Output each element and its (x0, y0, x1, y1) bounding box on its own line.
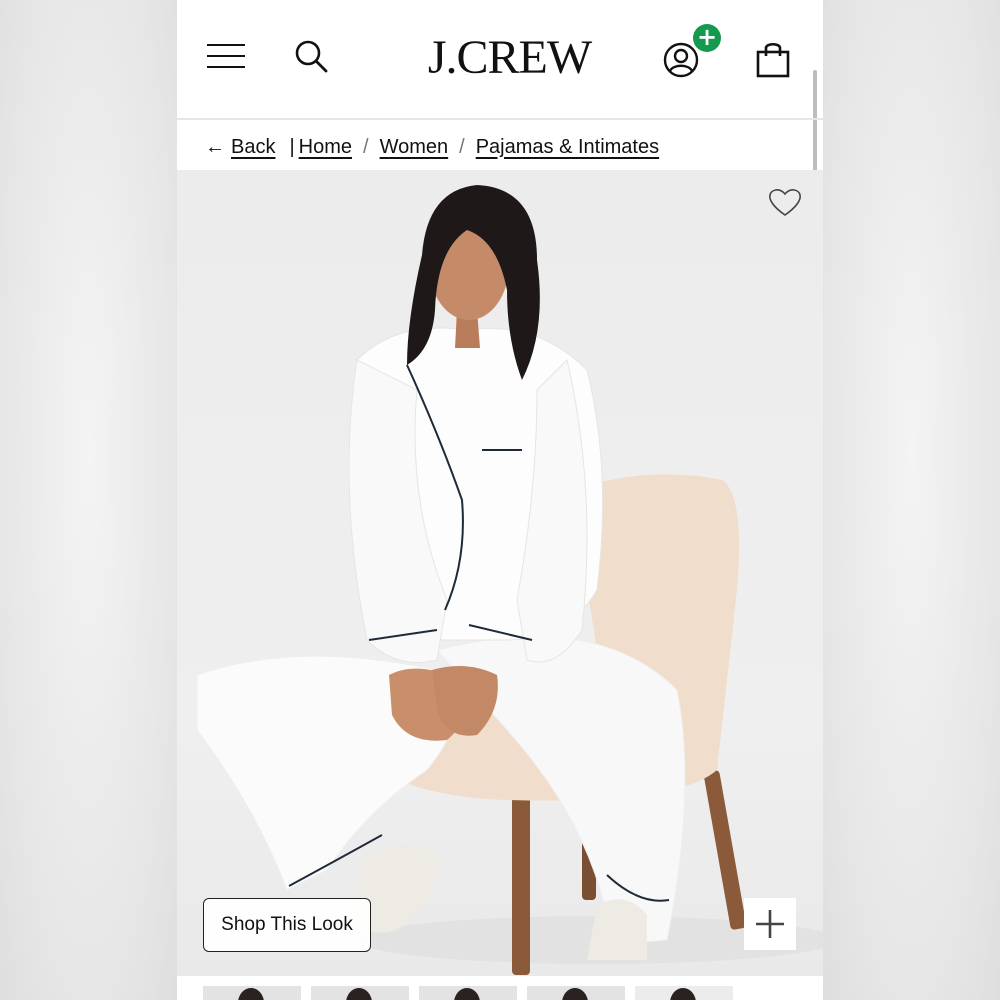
thumbnail[interactable] (419, 986, 517, 1000)
shopping-bag-icon[interactable] (755, 40, 791, 78)
site-header: J.CREW + (177, 0, 823, 180)
shop-this-look-button[interactable]: Shop This Look (203, 898, 371, 952)
heart-icon[interactable] (767, 186, 803, 218)
thumbnail-strip (203, 986, 733, 1000)
expand-plus-icon[interactable] (744, 898, 796, 950)
divider (177, 118, 823, 120)
back-link[interactable]: Back (231, 136, 275, 159)
breadcrumb-divider: | (289, 135, 295, 158)
thumbnail[interactable] (203, 986, 301, 1000)
breadcrumb-separator: / (459, 135, 465, 158)
hamburger-menu-icon[interactable] (207, 44, 245, 70)
breadcrumb: ← Back | Home / Women / Pajamas & Intima… (205, 130, 659, 164)
breadcrumb-women[interactable]: Women (380, 136, 449, 159)
plus-icon: + (693, 24, 721, 52)
back-arrow-icon[interactable]: ← (205, 136, 225, 159)
left-background (0, 0, 177, 1000)
right-background (823, 0, 1000, 1000)
thumbnail[interactable] (311, 986, 409, 1000)
product-photo-illustration (196, 185, 823, 975)
mobile-page: J.CREW + ← Back | Home / Women / Pajamas… (177, 0, 823, 1000)
search-icon[interactable] (293, 38, 331, 76)
scrollbar[interactable] (813, 70, 817, 180)
brand-logo[interactable]: J.CREW (417, 28, 602, 88)
thumbnail[interactable] (527, 986, 625, 1000)
thumbnail[interactable] (635, 986, 733, 1000)
breadcrumb-separator: / (363, 135, 369, 158)
product-image[interactable]: Shop This Look (177, 170, 823, 976)
breadcrumb-home[interactable]: Home (299, 136, 352, 159)
breadcrumb-pajamas-intimates[interactable]: Pajamas & Intimates (476, 136, 659, 159)
